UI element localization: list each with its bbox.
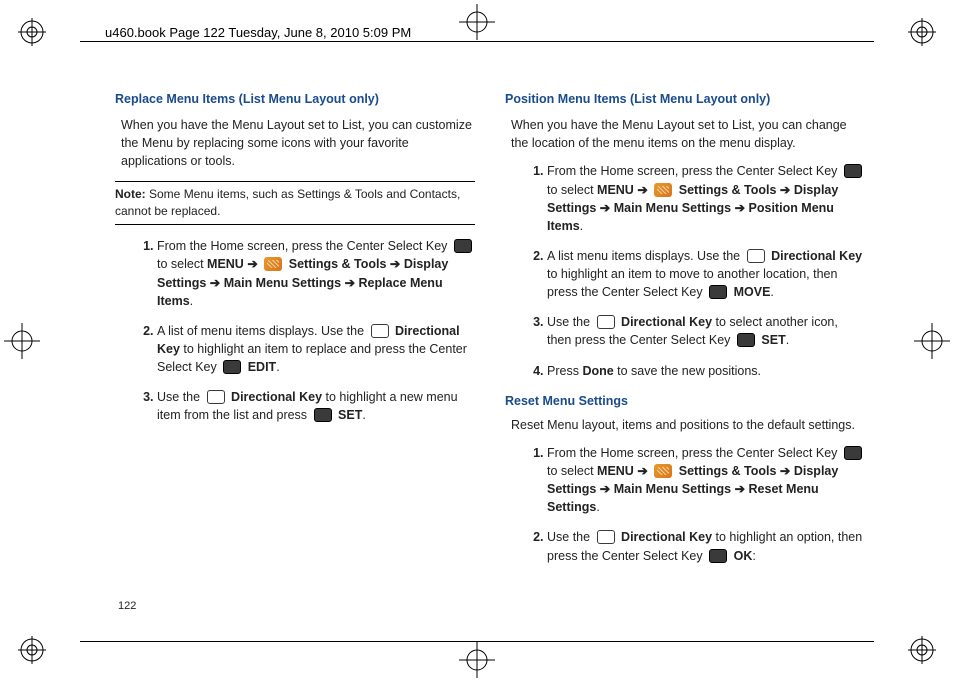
set-label: SET xyxy=(761,333,785,347)
menu-label: MENU xyxy=(597,183,634,197)
arrow-icon: ➔ xyxy=(596,201,613,215)
step-2: A list of menu items displays. Use the D… xyxy=(157,322,475,376)
step-1: From the Home screen, press the Center S… xyxy=(547,162,865,235)
page-number: 122 xyxy=(118,600,136,612)
center-select-key-icon xyxy=(709,549,727,563)
footer-rule xyxy=(80,641,874,642)
main-menu-label: Main Menu Settings xyxy=(614,201,731,215)
crop-target-icon xyxy=(4,323,40,359)
section-heading-position: Position Menu Items (List Menu Layout on… xyxy=(505,90,865,108)
directional-key-label: Directional Key xyxy=(621,315,712,329)
arrow-icon: ➔ xyxy=(206,276,223,290)
done-label: Done xyxy=(582,364,613,378)
intro-paragraph: When you have the Menu Layout set to Lis… xyxy=(505,116,865,152)
ok-label: OK xyxy=(734,549,753,563)
section-heading-replace: Replace Menu Items (List Menu Layout onl… xyxy=(115,90,475,108)
intro-paragraph: Reset Menu layout, items and positions t… xyxy=(505,416,865,434)
note-block: Note: Some Menu items, such as Settings … xyxy=(115,181,475,226)
center-select-key-icon xyxy=(709,285,727,299)
main-menu-label: Main Menu Settings xyxy=(614,482,731,496)
arrow-icon: ➔ xyxy=(776,464,793,478)
center-select-key-icon xyxy=(737,333,755,347)
registration-mark-icon xyxy=(908,18,936,46)
move-label: MOVE xyxy=(734,285,771,299)
registration-mark-icon xyxy=(908,636,936,664)
step-text: to save the new positions. xyxy=(614,364,761,378)
directional-key-icon xyxy=(371,324,389,338)
directional-key-label: Directional Key xyxy=(621,530,712,544)
step-1: From the Home screen, press the Center S… xyxy=(157,237,475,310)
settings-tools-label: Settings & Tools xyxy=(285,257,386,271)
left-column: Replace Menu Items (List Menu Layout onl… xyxy=(115,90,475,577)
registration-mark-icon xyxy=(18,18,46,46)
step-text: From the Home screen, press the Center S… xyxy=(547,446,841,460)
main-menu-label: Main Menu Settings xyxy=(224,276,341,290)
step-text: to highlight an item to move to another … xyxy=(547,267,837,299)
step-3: Use the Directional Key to select anothe… xyxy=(547,313,865,349)
step-2: A list menu items displays. Use the Dire… xyxy=(547,247,865,301)
step-text: Use the xyxy=(157,390,204,404)
step-text: A list menu items displays. Use the xyxy=(547,249,744,263)
arrow-icon: ➔ xyxy=(634,464,651,478)
settings-tools-icon xyxy=(264,257,282,271)
directional-key-label: Directional Key xyxy=(231,390,322,404)
intro-paragraph: When you have the Menu Layout set to Lis… xyxy=(115,116,475,170)
directional-key-icon xyxy=(597,315,615,329)
center-select-key-icon xyxy=(844,446,862,460)
arrow-icon: ➔ xyxy=(776,183,793,197)
note-label: Note: xyxy=(115,187,146,201)
header-text: u460.book Page 122 Tuesday, June 8, 2010… xyxy=(105,25,417,40)
step-text: A list of menu items displays. Use the xyxy=(157,324,368,338)
crop-target-icon xyxy=(459,642,495,678)
arrow-icon: ➔ xyxy=(386,257,403,271)
step-3: Use the Directional Key to highlight a n… xyxy=(157,388,475,424)
right-column: Position Menu Items (List Menu Layout on… xyxy=(505,90,865,577)
edit-label: EDIT xyxy=(248,360,276,374)
arrow-icon: ➔ xyxy=(634,183,651,197)
directional-key-icon xyxy=(597,530,615,544)
center-select-key-icon xyxy=(844,164,862,178)
directional-key-label: Directional Key xyxy=(771,249,862,263)
section-heading-reset: Reset Menu Settings xyxy=(505,392,865,410)
step-text: to highlight an item to replace and pres… xyxy=(157,342,467,374)
step-text: to select xyxy=(547,183,597,197)
directional-key-icon xyxy=(747,249,765,263)
settings-tools-icon xyxy=(654,183,672,197)
center-select-key-icon xyxy=(314,408,332,422)
step-text: From the Home screen, press the Center S… xyxy=(157,239,451,253)
step-text: Use the xyxy=(547,530,594,544)
menu-label: MENU xyxy=(207,257,244,271)
arrow-icon: ➔ xyxy=(341,276,358,290)
reset-step-2: Use the Directional Key to highlight an … xyxy=(547,528,865,564)
step-text: From the Home screen, press the Center S… xyxy=(547,164,841,178)
arrow-icon: ➔ xyxy=(596,482,613,496)
note-body: Some Menu items, such as Settings & Tool… xyxy=(115,187,460,218)
registration-mark-icon xyxy=(18,636,46,664)
settings-tools-icon xyxy=(654,464,672,478)
step-text: Press xyxy=(547,364,582,378)
settings-tools-label: Settings & Tools xyxy=(675,183,776,197)
step-text: to select xyxy=(157,257,207,271)
arrow-icon: ➔ xyxy=(731,201,748,215)
directional-key-icon xyxy=(207,390,225,404)
step-text: to select xyxy=(547,464,597,478)
arrow-icon: ➔ xyxy=(244,257,261,271)
reset-step-1: From the Home screen, press the Center S… xyxy=(547,444,865,517)
center-select-key-icon xyxy=(223,360,241,374)
set-label: SET xyxy=(338,408,362,422)
center-select-key-icon xyxy=(454,239,472,253)
step-4: Press Done to save the new positions. xyxy=(547,362,865,380)
step-text: Use the xyxy=(547,315,594,329)
settings-tools-label: Settings & Tools xyxy=(675,464,776,478)
crop-target-icon xyxy=(914,323,950,359)
arrow-icon: ➔ xyxy=(731,482,748,496)
menu-label: MENU xyxy=(597,464,634,478)
